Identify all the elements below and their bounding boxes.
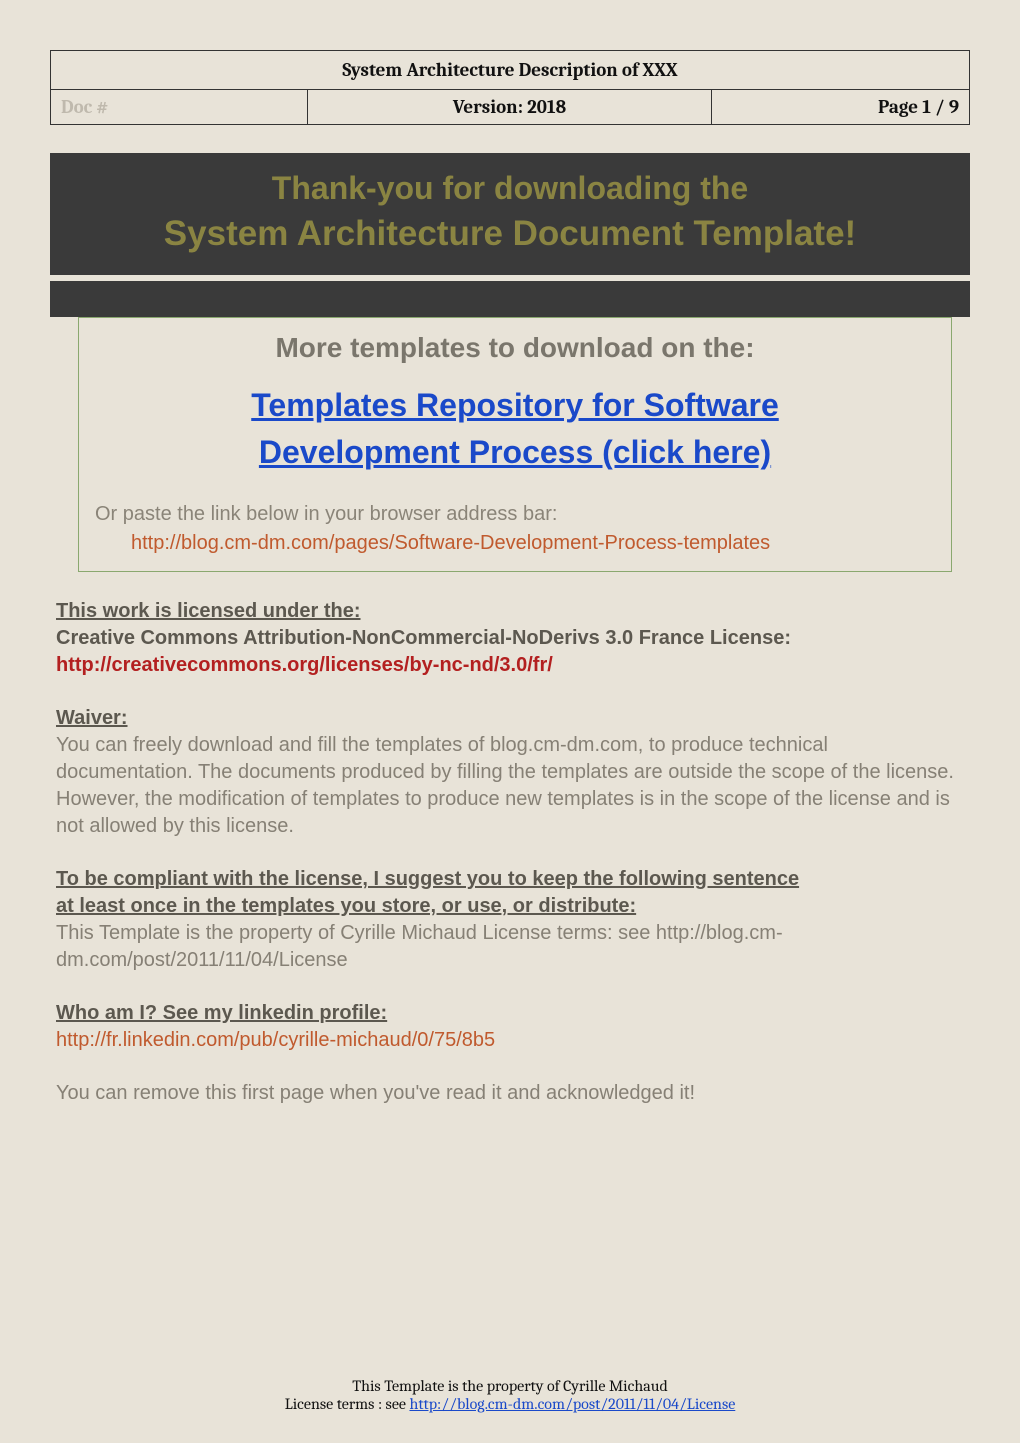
callout-subtext: Or paste the link below in your browser … [95, 503, 935, 526]
footer-line2: License terms : see http://blog.cm-dm.co… [50, 1395, 970, 1413]
compliance-heading-l1: To be compliant with the license, I sugg… [56, 866, 964, 893]
footer-license-link[interactable]: http://blog.cm-dm.com/post/2011/11/04/Li… [409, 1395, 735, 1413]
compliance-section: To be compliant with the license, I sugg… [50, 866, 970, 974]
compliance-text: This Template is the property of Cyrille… [56, 920, 964, 974]
doc-title: System Architecture Description of XXX [51, 51, 969, 90]
linkedin-url: http://fr.linkedin.com/pub/cyrille-micha… [56, 1027, 964, 1054]
banner-line2: System Architecture Document Template! [68, 210, 952, 257]
version-label: Version: [453, 96, 523, 118]
version-cell: Version: 2018 [308, 90, 712, 124]
page-label: Page [878, 96, 918, 118]
callout-link-line2: Development Process (click here) [259, 434, 771, 470]
compliance-heading-l2: at least once in the templates you store… [56, 893, 964, 920]
waiver-heading: Waiver: [56, 705, 964, 732]
license-heading: This work is licensed under the: [56, 598, 964, 625]
header-meta-row: Doc # Version: 2018 Page 1 / 9 [51, 90, 969, 124]
page-value: 1 / 9 [922, 96, 959, 118]
waiver-text: You can freely download and fill the tem… [56, 732, 964, 840]
who-section: Who am I? See my linkedin profile: http:… [50, 1000, 970, 1054]
callout-link-line1: Templates Repository for Software [251, 387, 779, 423]
page-number-cell: Page 1 / 9 [712, 90, 969, 124]
thank-you-banner: Thank-you for downloading the System Arc… [50, 153, 970, 275]
templates-repository-link[interactable]: Templates Repository for Software Develo… [95, 382, 935, 475]
version-value: 2018 [527, 96, 566, 118]
footer-line1: This Template is the property of Cyrille… [50, 1377, 970, 1395]
doc-number-cell: Doc # [51, 90, 308, 124]
license-name: Creative Commons Attribution-NonCommerci… [56, 625, 964, 652]
banner-spacer [50, 281, 970, 317]
page-footer: This Template is the property of Cyrille… [50, 1337, 970, 1413]
templates-callout: More templates to download on the: Templ… [78, 317, 952, 572]
remove-note-section: You can remove this first page when you'… [50, 1080, 970, 1107]
remove-note: You can remove this first page when you'… [56, 1080, 964, 1107]
license-url: http://creativecommons.org/licenses/by-n… [56, 652, 964, 679]
waiver-section: Waiver: You can freely download and fill… [50, 705, 970, 840]
callout-url: http://blog.cm-dm.com/pages/Software-Dev… [131, 532, 935, 555]
who-heading: Who am I? See my linkedin profile: [56, 1000, 964, 1027]
footer-line2-prefix: License terms : see [285, 1395, 410, 1413]
banner-line1: Thank-you for downloading the [68, 167, 952, 210]
license-section: This work is licensed under the: Creativ… [50, 598, 970, 679]
callout-title: More templates to download on the: [95, 330, 935, 382]
page-header-frame: System Architecture Description of XXX D… [50, 50, 970, 125]
